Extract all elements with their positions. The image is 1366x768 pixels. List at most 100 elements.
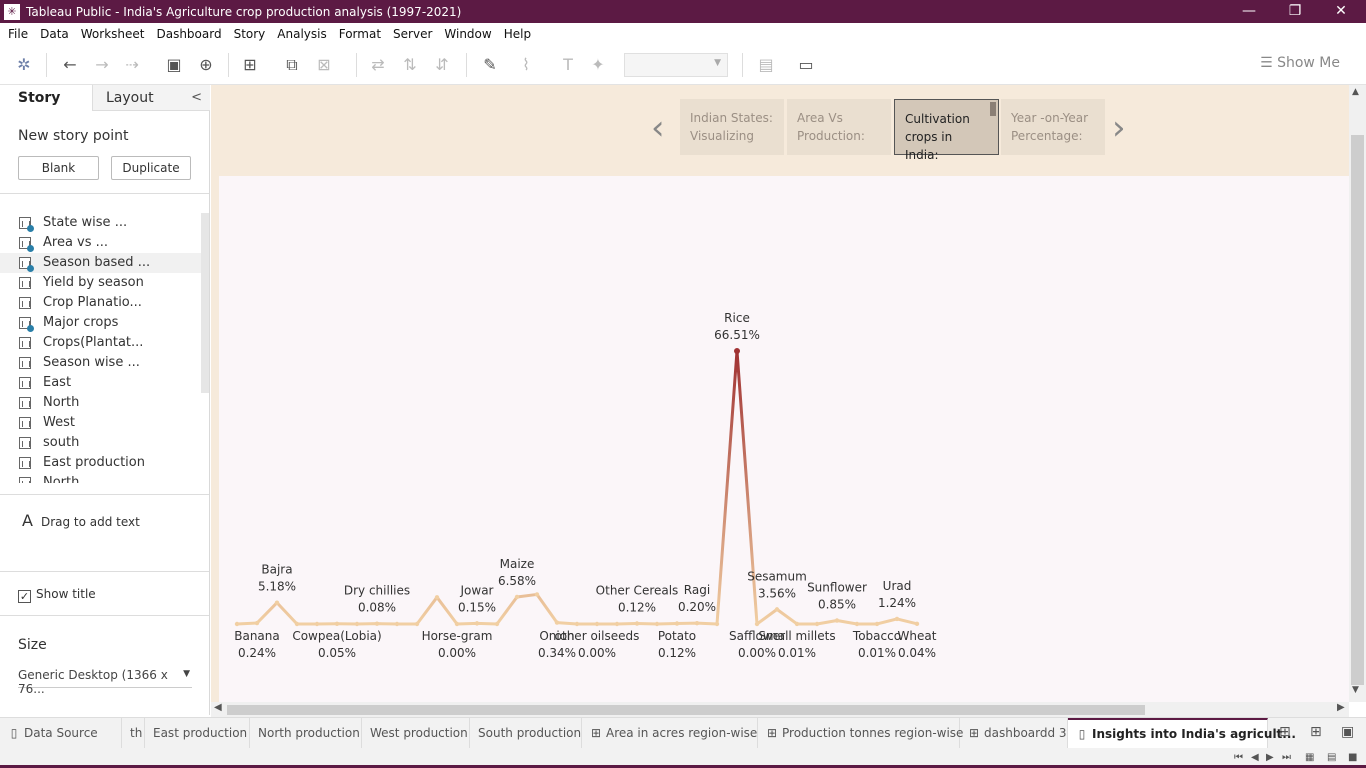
data-point[interactable] — [454, 621, 460, 627]
label-icon[interactable]: T — [556, 53, 580, 77]
vertical-scrollbar[interactable]: ▲ ▼ — [1349, 85, 1366, 702]
show-cards-icon[interactable]: ▤ — [754, 53, 778, 77]
menu-file[interactable]: File — [4, 27, 36, 41]
swap-icon[interactable]: ⇄ — [366, 53, 390, 77]
data-point[interactable] — [294, 621, 300, 627]
tabs-view-icon[interactable]: ■ — [1348, 752, 1357, 763]
menu-format[interactable]: Format — [335, 27, 389, 41]
minimize-button[interactable]: — — [1226, 0, 1272, 23]
data-point[interactable] — [234, 621, 240, 627]
tab-story[interactable]: Story — [0, 85, 92, 111]
data-point[interactable] — [814, 621, 820, 627]
data-point[interactable] — [314, 621, 320, 627]
show-me-button[interactable]: ☰ Show Me — [1260, 55, 1340, 71]
sheet-tab[interactable]: ⊞ Area in acres region-wise — [582, 718, 758, 748]
menu-worksheet[interactable]: Worksheet — [77, 27, 153, 41]
scroll-up-icon[interactable]: ▲ — [1352, 87, 1359, 97]
sort-ascending-icon[interactable]: ⇅ — [398, 53, 422, 77]
data-point[interactable] — [394, 621, 400, 627]
story-sheet-item[interactable]: East production — [0, 453, 209, 473]
data-point[interactable] — [414, 621, 420, 627]
story-sheet-item[interactable]: Crop Planatio... — [0, 293, 209, 313]
data-point[interactable] — [854, 621, 860, 627]
sheet-tab[interactable]: North production — [250, 718, 362, 748]
sheet-sorter-icon[interactable]: ▤ — [1327, 752, 1336, 763]
story-sheet-item[interactable]: State wise ... — [0, 213, 209, 233]
data-point[interactable] — [574, 621, 580, 627]
data-point[interactable] — [774, 607, 780, 612]
sheet-tab[interactable]: South production — [470, 718, 582, 748]
data-point[interactable] — [914, 621, 920, 627]
data-point[interactable] — [434, 595, 440, 600]
sheet-tab[interactable]: ⊞ Production tonnes region-wise — [758, 718, 963, 748]
data-point[interactable] — [334, 621, 340, 626]
data-point[interactable] — [554, 620, 560, 625]
menu-data[interactable]: Data — [36, 27, 77, 41]
collapse-panel-icon[interactable]: < — [191, 85, 202, 111]
clear-sheet-icon[interactable]: ⊠ — [312, 53, 336, 77]
redo-icon[interactable]: → — [90, 53, 114, 77]
tab-layout[interactable]: Layout < — [92, 85, 210, 111]
data-point[interactable] — [474, 621, 480, 626]
story-point-4[interactable]: Year -on-Year Percentage: — [1001, 99, 1105, 155]
story-sheet-item[interactable]: south — [0, 433, 209, 453]
undo-icon[interactable]: ← — [58, 53, 82, 77]
data-point[interactable] — [494, 621, 500, 627]
presentation-mode-icon[interactable]: ▭ — [794, 53, 818, 77]
data-point[interactable] — [514, 594, 520, 600]
menu-dashboard[interactable]: Dashboard — [152, 27, 229, 41]
new-worksheet-tab-icon[interactable]: ⊞ — [1279, 724, 1291, 740]
pin-icon[interactable]: ✦ — [586, 53, 610, 77]
sheet-tab[interactable]: ⊞ dashboardd 3 — [960, 718, 1068, 748]
sheet-list-scrollbar[interactable] — [201, 213, 209, 393]
menu-analysis[interactable]: Analysis — [273, 27, 334, 41]
story-point-2[interactable]: Area Vs Production: — [787, 99, 891, 155]
prev-sheet-icon[interactable]: ◀ — [1251, 752, 1259, 763]
scroll-left-icon[interactable]: ◀ — [214, 702, 222, 713]
data-point[interactable] — [374, 621, 380, 626]
blank-button[interactable]: Blank — [18, 156, 99, 180]
story-sheet-item[interactable]: Major crops — [0, 313, 209, 333]
scroll-down-icon[interactable]: ▼ — [1352, 685, 1359, 695]
data-point[interactable] — [634, 621, 640, 626]
tableau-home-icon[interactable]: ✲ — [12, 53, 36, 77]
menu-window[interactable]: Window — [440, 27, 499, 41]
data-point[interactable] — [354, 621, 360, 627]
sheet-tab[interactable]: ▯ Data Source — [0, 718, 122, 748]
next-sheet-icon[interactable]: ▶ — [1266, 752, 1274, 763]
data-point[interactable] — [654, 621, 660, 627]
size-select[interactable]: Generic Desktop (1366 x 76... ▼ — [18, 668, 192, 696]
data-point[interactable] — [714, 621, 720, 627]
last-sheet-icon[interactable]: ⏭ — [1282, 752, 1291, 763]
save-icon[interactable]: ▣ — [162, 53, 186, 77]
sheet-tab[interactable]: ▯ Insights into India's agricult... — [1068, 718, 1296, 748]
close-button[interactable]: ✕ — [1318, 0, 1364, 23]
new-story-tab-icon[interactable]: ▣ — [1341, 724, 1354, 740]
data-point[interactable] — [734, 348, 740, 354]
menu-help[interactable]: Help — [500, 27, 539, 41]
drag-to-add-text[interactable]: A Drag to add text — [22, 511, 140, 530]
first-sheet-icon[interactable]: ⏮ — [1234, 752, 1243, 763]
data-point[interactable] — [614, 621, 620, 627]
show-title-checkbox[interactable]: ✓ Show title — [18, 587, 96, 603]
duplicate-button[interactable]: Duplicate — [111, 156, 191, 180]
data-point[interactable] — [754, 621, 760, 627]
menu-story[interactable]: Story — [230, 27, 274, 41]
sort-descending-icon[interactable]: ⇵ — [430, 53, 454, 77]
data-point[interactable] — [594, 621, 600, 627]
new-data-source-icon[interactable]: ⊕ — [194, 53, 218, 77]
data-point[interactable] — [694, 620, 700, 626]
scroll-right-icon[interactable]: ▶ — [1337, 702, 1345, 713]
data-point[interactable] — [534, 592, 540, 597]
story-next-arrow[interactable]: › — [1112, 111, 1126, 145]
fit-dropdown[interactable]: ▼ — [624, 53, 728, 77]
new-dashboard-tab-icon[interactable]: ⊞ — [1310, 724, 1322, 740]
story-sheet-item[interactable]: Crops(Plantat... — [0, 333, 209, 353]
duplicate-sheet-icon[interactable]: ⧉ — [280, 53, 304, 77]
story-sheet-item[interactable]: Season based ... — [0, 253, 209, 273]
highlight-icon[interactable]: ✎ — [478, 53, 502, 77]
data-point[interactable] — [254, 620, 260, 626]
horizontal-scrollbar[interactable]: ◀ ▶ — [211, 702, 1349, 717]
restore-button[interactable]: ❐ — [1272, 0, 1318, 23]
data-point[interactable] — [834, 618, 840, 623]
